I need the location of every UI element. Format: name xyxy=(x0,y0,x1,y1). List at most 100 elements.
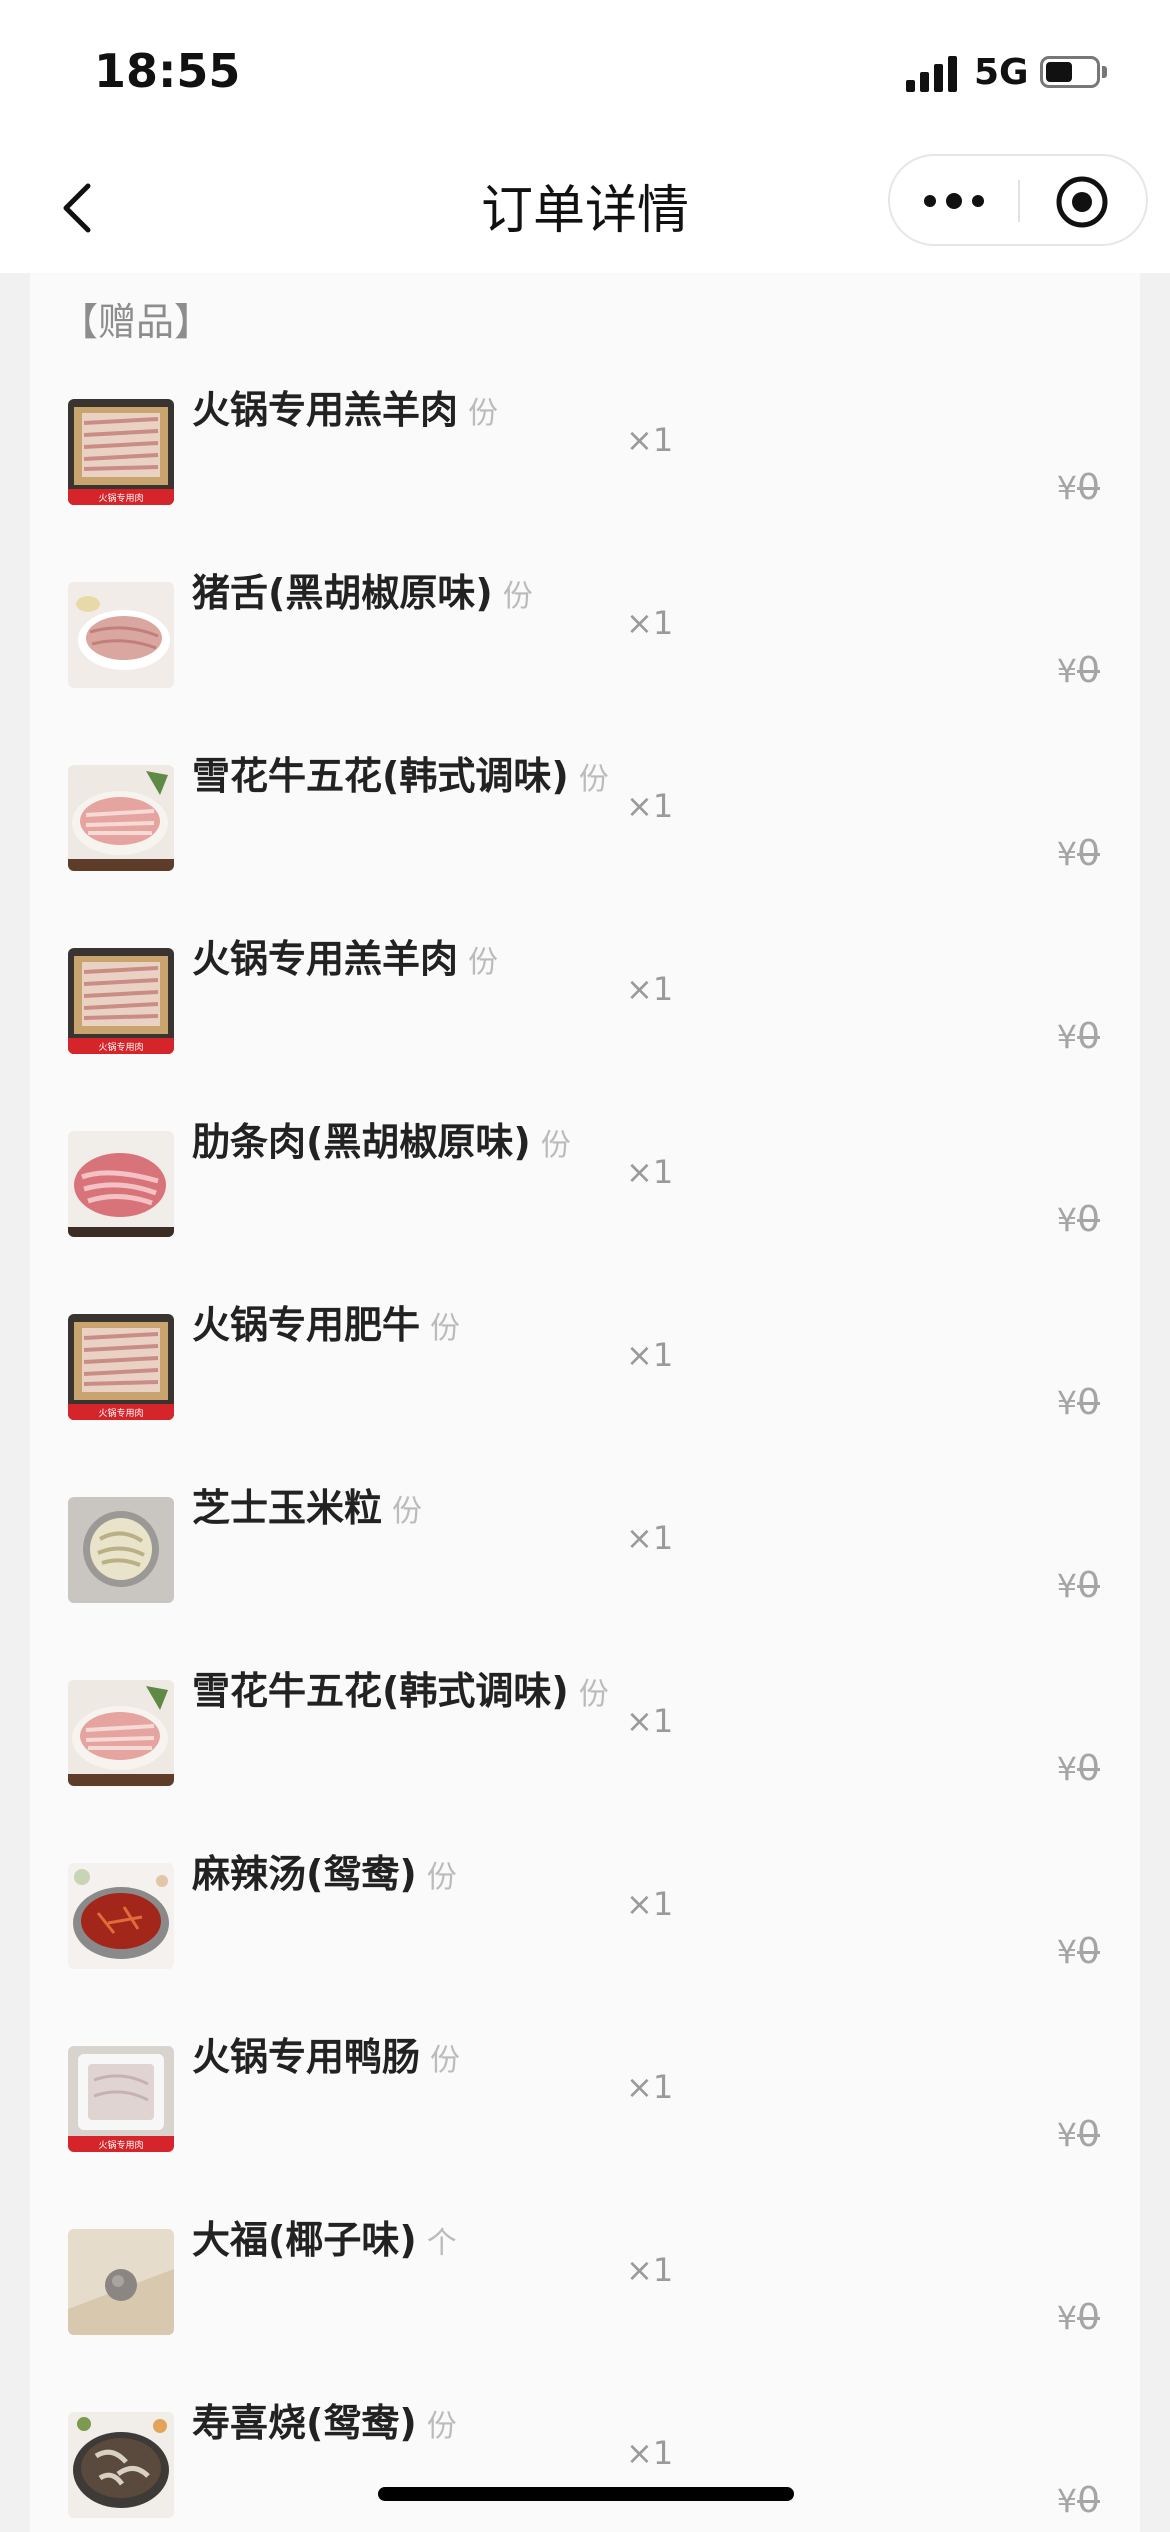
item-name: 雪花牛五花(韩式调味) 份 xyxy=(192,1660,609,1715)
item-price: ¥0 xyxy=(1057,2480,1100,2521)
currency-symbol: ¥ xyxy=(1056,1933,1078,1971)
list-item: 麻辣汤(鸳鸯) 份 ×1 ¥0 xyxy=(30,1852,1140,2046)
item-unit: 份 xyxy=(430,2043,461,2078)
currency-symbol: ¥ xyxy=(1056,1567,1078,1605)
item-name-text: 雪花牛五花(韩式调味) xyxy=(192,1669,569,1713)
nav-bar: 订单详情 xyxy=(0,140,1170,273)
item-price: ¥0 xyxy=(1057,2297,1100,2338)
item-thumbnail: 火锅专用肉 xyxy=(68,948,174,1054)
currency-symbol: ¥ xyxy=(1056,2482,1078,2520)
item-thumbnail xyxy=(68,1680,174,1786)
item-quantity: ×1 xyxy=(626,1885,674,1923)
item-name: 芝士玉米粒份 xyxy=(192,1477,422,1532)
item-name-text: 火锅专用肥牛 xyxy=(192,1303,421,1347)
list-item: 肋条肉(黑胡椒原味) 份 ×1 ¥0 xyxy=(30,1120,1140,1314)
thumb-banner-text: 火锅专用肉 xyxy=(98,2139,143,2151)
item-unit: 份 xyxy=(426,1860,457,1895)
item-unit: 份 xyxy=(430,1311,461,1346)
more-dots-icon[interactable] xyxy=(918,182,990,220)
item-name-text: 雪花牛五花(韩式调味) xyxy=(192,754,569,798)
item-name: 麻辣汤(鸳鸯) 份 xyxy=(192,1843,457,1898)
item-quantity: ×1 xyxy=(626,2251,674,2289)
item-quantity: ×1 xyxy=(626,1519,674,1557)
item-unit: 份 xyxy=(392,1494,423,1529)
battery-tip xyxy=(1102,66,1107,78)
status-bar: 18:55 5G xyxy=(0,0,1170,140)
item-price: ¥0 xyxy=(1057,1931,1100,1972)
item-name-text: 麻辣汤(鸳鸯) xyxy=(192,1852,417,1896)
item-name: 火锅专用羔羊肉份 xyxy=(192,928,498,983)
item-unit: 份 xyxy=(578,762,609,797)
item-unit: 份 xyxy=(468,396,499,431)
item-price: ¥0 xyxy=(1057,833,1100,874)
item-quantity: ×1 xyxy=(626,604,674,642)
currency-symbol: ¥ xyxy=(1056,652,1078,690)
price-value: 0 xyxy=(1077,1382,1100,1423)
list-item: 火锅专用肉 火锅专用羔羊肉份 ×1 ¥0 xyxy=(30,388,1140,582)
thumb-banner-text: 火锅专用肉 xyxy=(98,492,143,504)
status-time: 18:55 xyxy=(94,44,241,98)
item-name-text: 火锅专用羔羊肉 xyxy=(192,388,459,432)
item-price: ¥0 xyxy=(1057,2114,1100,2155)
home-indicator xyxy=(378,2487,794,2501)
item-unit: 份 xyxy=(540,1128,571,1163)
list-item: 大福(椰子味) 个 ×1 ¥0 xyxy=(30,2218,1140,2412)
item-name-text: 火锅专用鸭肠 xyxy=(192,2035,421,2079)
item-thumbnail xyxy=(68,1497,174,1603)
item-price: ¥0 xyxy=(1057,1748,1100,1789)
item-name: 火锅专用肥牛份 xyxy=(192,1294,460,1349)
item-price: ¥0 xyxy=(1057,1565,1100,1606)
gift-items-card: 【赠品】 火锅专用肉 火锅专用羔羊肉份 ×1 ¥0 猪舌(黑胡椒原味) 份 ×1 ¥0 雪花牛五… xyxy=(30,273,1140,2532)
item-name-text: 大福(椰子味) xyxy=(192,2218,417,2262)
list-item: 火锅专用肉 火锅专用羔羊肉份 ×1 ¥0 xyxy=(30,937,1140,1131)
chevron-left-icon[interactable] xyxy=(50,178,110,238)
item-name-text: 猪舌(黑胡椒原味) xyxy=(192,571,493,615)
item-thumbnail: 火锅专用肉 xyxy=(68,2046,174,2152)
item-price: ¥0 xyxy=(1057,650,1100,691)
item-unit: 个 xyxy=(426,2226,457,2261)
price-value: 0 xyxy=(1077,2297,1100,2338)
item-unit: 份 xyxy=(426,2409,457,2444)
item-quantity: ×1 xyxy=(626,1702,674,1740)
item-unit: 份 xyxy=(502,579,533,614)
price-value: 0 xyxy=(1077,833,1100,874)
item-name: 火锅专用羔羊肉份 xyxy=(192,379,498,434)
item-thumbnail xyxy=(68,1131,174,1237)
price-value: 0 xyxy=(1077,1931,1100,1972)
item-name: 寿喜烧(鸳鸯) 份 xyxy=(192,2392,457,2447)
item-thumbnail xyxy=(68,2412,174,2518)
price-value: 0 xyxy=(1077,1199,1100,1240)
item-name-text: 芝士玉米粒 xyxy=(192,1486,383,1530)
item-price: ¥0 xyxy=(1057,1199,1100,1240)
network-label: 5G xyxy=(974,52,1029,93)
currency-symbol: ¥ xyxy=(1056,2116,1078,2154)
currency-symbol: ¥ xyxy=(1056,835,1078,873)
mini-program-capsule xyxy=(888,154,1148,246)
price-value: 0 xyxy=(1077,1565,1100,1606)
item-quantity: ×1 xyxy=(626,421,674,459)
item-thumbnail xyxy=(68,2229,174,2335)
list-item: 猪舌(黑胡椒原味) 份 ×1 ¥0 xyxy=(30,571,1140,765)
item-unit: 份 xyxy=(468,945,499,980)
item-quantity: ×1 xyxy=(626,787,674,825)
currency-symbol: ¥ xyxy=(1056,1384,1078,1422)
item-thumbnail xyxy=(68,1863,174,1969)
item-quantity: ×1 xyxy=(626,1336,674,1374)
item-thumbnail xyxy=(68,582,174,688)
price-value: 0 xyxy=(1077,1016,1100,1057)
item-name: 猪舌(黑胡椒原味) 份 xyxy=(192,562,533,617)
currency-symbol: ¥ xyxy=(1056,1018,1078,1056)
price-value: 0 xyxy=(1077,2480,1100,2521)
signal-icon xyxy=(906,56,958,92)
price-value: 0 xyxy=(1077,1748,1100,1789)
currency-symbol: ¥ xyxy=(1056,1201,1078,1239)
item-quantity: ×1 xyxy=(626,970,674,1008)
target-icon[interactable] xyxy=(1054,174,1110,230)
item-price: ¥0 xyxy=(1057,1016,1100,1057)
item-name: 火锅专用鸭肠份 xyxy=(192,2026,460,2081)
currency-symbol: ¥ xyxy=(1056,2299,1078,2337)
item-name-text: 火锅专用羔羊肉 xyxy=(192,937,459,981)
item-quantity: ×1 xyxy=(626,2068,674,2106)
battery-icon xyxy=(1040,56,1100,88)
item-price: ¥0 xyxy=(1057,467,1100,508)
